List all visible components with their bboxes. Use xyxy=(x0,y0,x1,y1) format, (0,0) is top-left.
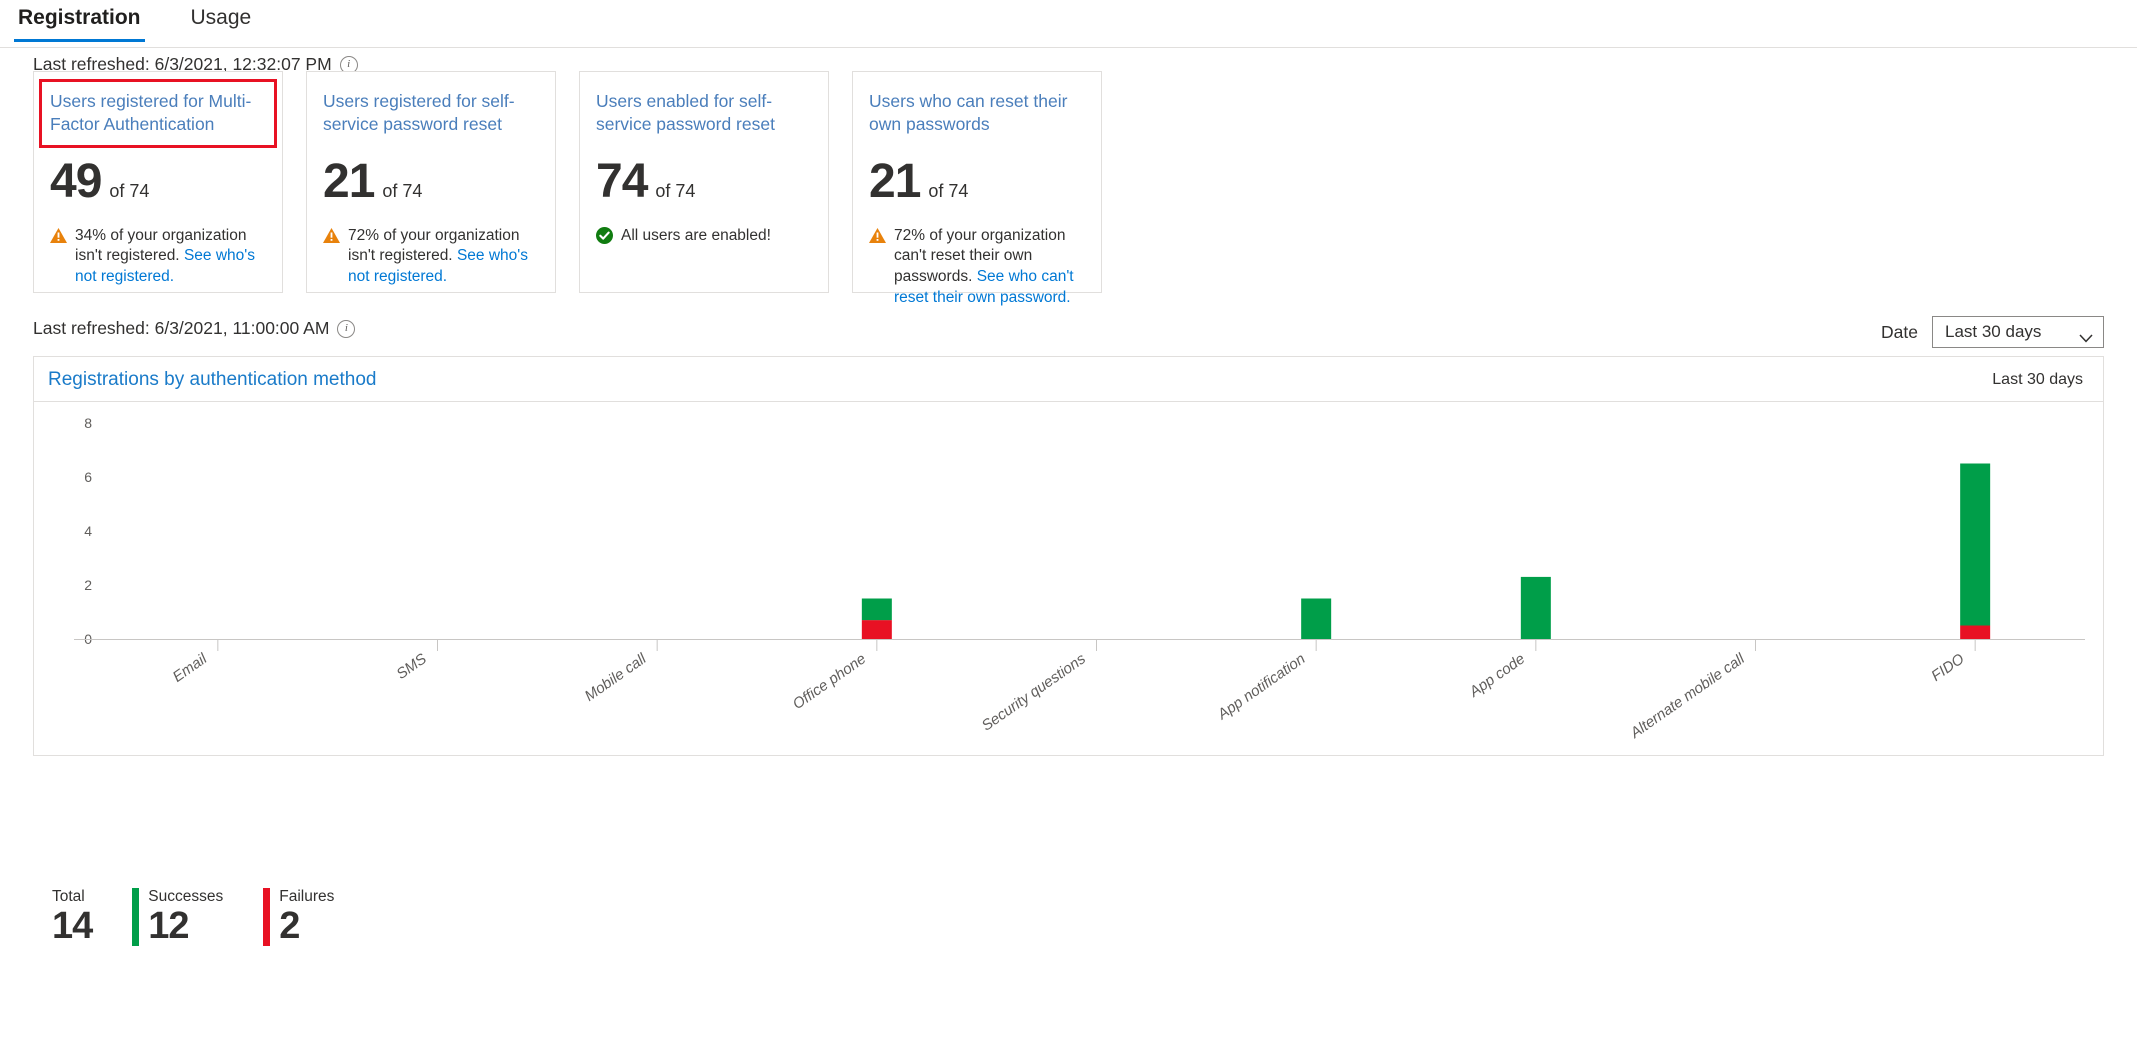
svg-text:Security questions: Security questions xyxy=(979,650,1090,735)
svg-text:4: 4 xyxy=(84,523,92,539)
tab-registration[interactable]: Registration xyxy=(14,0,145,42)
kpi-card-title[interactable]: Users registered for Multi-Factor Authen… xyxy=(39,79,277,148)
kpi-card-metric: 21 of 74 xyxy=(869,154,1085,208)
svg-text:Alternate mobile call: Alternate mobile call xyxy=(1627,650,1749,742)
kpi-card-status: 72% of your organization isn't registere… xyxy=(323,226,539,289)
svg-text:FIDO: FIDO xyxy=(1928,650,1967,685)
kpi-card-status-text: All users are enabled! xyxy=(621,226,771,247)
legend-value: 14 xyxy=(52,904,93,947)
kpi-card-status-text: 72% of your organization isn't registere… xyxy=(348,226,539,289)
tab-registration-label: Registration xyxy=(18,6,141,29)
legend-item-successes: Successes 12 xyxy=(132,888,224,947)
kpi-card-sspr-registered[interactable]: Users registered for self-service passwo… xyxy=(306,71,556,293)
kpi-card-status: 34% of your organization isn't registere… xyxy=(50,226,266,289)
legend-label: Successes xyxy=(148,888,224,905)
chart-title[interactable]: Registrations by authentication method xyxy=(48,369,376,391)
legend-swatch-successes xyxy=(132,888,140,947)
legend-item-total: Total 14 xyxy=(52,888,93,947)
warning-icon xyxy=(869,227,886,243)
kpi-card-metric: 74 of 74 xyxy=(596,154,812,208)
kpi-card-value: 21 xyxy=(323,154,375,208)
legend-value: 2 xyxy=(279,904,300,947)
kpi-card-status-text: 72% of your organization can't reset the… xyxy=(894,226,1085,310)
kpi-card-can-reset-password[interactable]: Users who can reset their own passwords … xyxy=(852,71,1102,306)
warning-icon xyxy=(323,227,340,243)
kpi-card-metric: 49 of 74 xyxy=(50,154,266,208)
kpi-card-title[interactable]: Users who can reset their own passwords xyxy=(869,90,1085,137)
kpi-card-value: 49 xyxy=(50,154,102,208)
kpi-card-status: 72% of your organization can't reset the… xyxy=(869,226,1085,310)
kpi-card-total: of 74 xyxy=(109,180,150,201)
warning-icon xyxy=(50,227,67,243)
legend-label: Total xyxy=(52,888,85,905)
svg-text:2: 2 xyxy=(84,577,92,593)
tab-usage[interactable]: Usage xyxy=(187,0,256,42)
kpi-card-status-message: All users are enabled! xyxy=(621,226,771,244)
chevron-down-icon xyxy=(2079,328,2093,342)
kpi-card-total: of 74 xyxy=(928,180,969,201)
svg-text:Mobile call: Mobile call xyxy=(582,650,650,705)
legend-swatch-failures xyxy=(263,888,271,947)
chart-panel: Registrations by authentication method L… xyxy=(33,356,2104,756)
kpi-card-title[interactable]: Users enabled for self-service password … xyxy=(596,90,812,137)
kpi-card-total: of 74 xyxy=(382,180,423,201)
date-filter: Date Last 30 days xyxy=(1881,316,2104,348)
date-filter-label: Date xyxy=(1881,321,1918,342)
svg-text:App notification: App notification xyxy=(1214,650,1309,723)
svg-text:Email: Email xyxy=(170,650,211,686)
svg-text:App code: App code xyxy=(1466,650,1528,701)
registrations-bar-chart: 02468EmailSMSMobile callOffice phoneSecu… xyxy=(34,401,2103,742)
chart-plot-area: 02468EmailSMSMobile callOffice phoneSecu… xyxy=(34,401,2103,755)
legend-label: Failures xyxy=(279,888,335,905)
info-icon[interactable]: i xyxy=(337,319,356,338)
svg-text:6: 6 xyxy=(84,469,92,485)
tab-usage-label: Usage xyxy=(190,6,252,29)
date-filter-value: Last 30 days xyxy=(1945,322,2042,341)
last-refreshed-chart: Last refreshed: 6/3/2021, 11:00:00 AM i xyxy=(33,318,356,339)
kpi-card-list: Users registered for Multi-Factor Authen… xyxy=(33,71,1102,306)
svg-text:8: 8 xyxy=(84,415,92,431)
kpi-card-value: 21 xyxy=(869,154,921,208)
kpi-card-mfa-registered[interactable]: Users registered for Multi-Factor Authen… xyxy=(33,71,283,293)
legend-item-failures: Failures 2 xyxy=(263,888,335,947)
chart-range-label: Last 30 days xyxy=(1992,371,2083,388)
date-filter-select[interactable]: Last 30 days xyxy=(1932,316,2104,348)
svg-text:Office phone: Office phone xyxy=(790,650,869,713)
chart-legend-totals: Total 14 Successes 12 Failures 2 xyxy=(52,888,374,947)
success-icon xyxy=(596,226,613,244)
kpi-card-status-text: 34% of your organization isn't registere… xyxy=(75,226,266,289)
kpi-card-status: All users are enabled! xyxy=(596,226,812,247)
kpi-card-sspr-enabled[interactable]: Users enabled for self-service password … xyxy=(579,71,829,293)
kpi-card-value: 74 xyxy=(596,154,648,208)
last-refreshed-chart-text: Last refreshed: 6/3/2021, 11:00:00 AM xyxy=(33,318,330,338)
chart-header: Registrations by authentication method L… xyxy=(34,357,2103,401)
kpi-card-metric: 21 of 74 xyxy=(323,154,539,208)
svg-text:SMS: SMS xyxy=(393,650,429,683)
legend-value: 12 xyxy=(148,904,189,947)
kpi-card-total: of 74 xyxy=(655,180,696,201)
kpi-card-title[interactable]: Users registered for self-service passwo… xyxy=(323,90,539,137)
tab-bar: Registration Usage xyxy=(0,0,2137,48)
